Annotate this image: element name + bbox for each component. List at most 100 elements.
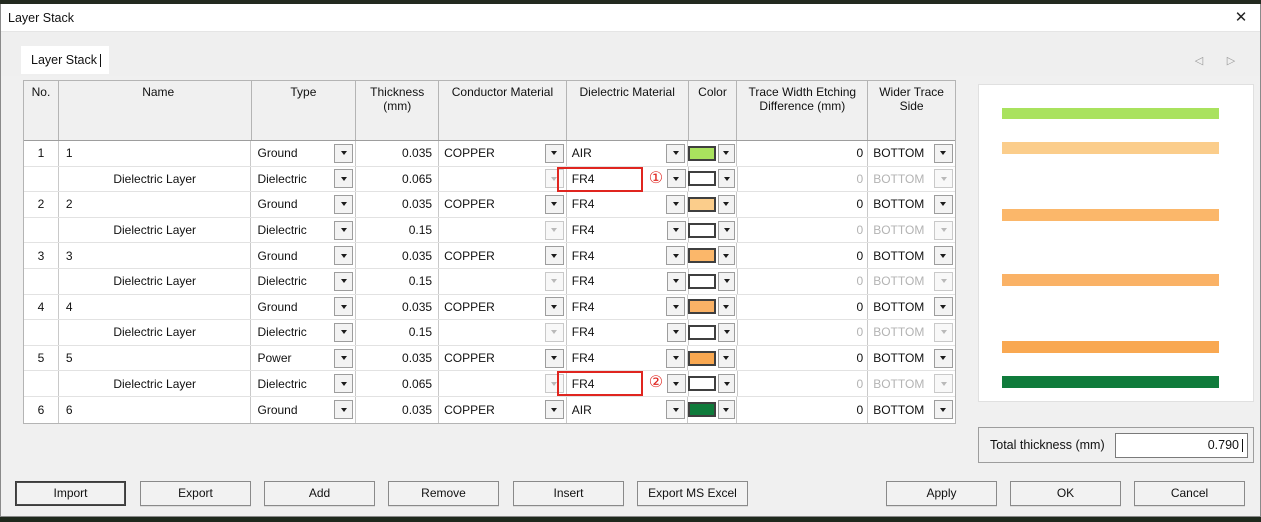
type-cell[interactable]: Dielectric [251,167,356,192]
wider-trace-side-cell[interactable]: BOTTOM [868,141,955,166]
thickness-cell[interactable]: 0.15 [356,218,439,243]
color-swatch[interactable] [688,351,716,366]
type-cell[interactable]: Dielectric [251,371,356,396]
wider-dropdown-button[interactable] [934,195,953,214]
conductor-dropdown-button[interactable] [545,349,564,368]
type-cell[interactable]: Ground [251,397,356,423]
thickness-cell[interactable]: 0.035 [356,295,439,320]
color-dropdown-button[interactable] [718,349,735,368]
tab-scroll-right-icon[interactable]: ▷ [1223,54,1239,67]
type-dropdown-button[interactable] [334,374,353,393]
thickness-cell[interactable]: 0.035 [356,243,439,268]
dielectric-dropdown-button[interactable] [667,323,686,342]
type-cell[interactable]: Dielectric [251,320,356,345]
thickness-cell[interactable]: 0.035 [356,346,439,371]
wider-trace-side-cell[interactable]: BOTTOM [868,397,955,423]
type-cell[interactable]: Ground [251,141,356,166]
type-cell[interactable]: Ground [251,295,356,320]
export-ms-excel-button[interactable]: Export MS Excel [637,481,748,506]
ok-button[interactable]: OK [1010,481,1121,506]
name-cell[interactable]: 2 [59,192,252,217]
tab-layer-stack[interactable]: Layer Stack [21,46,109,74]
dielectric-dropdown-button[interactable] [666,297,685,316]
type-dropdown-button[interactable] [334,221,353,240]
conductor-dropdown-button[interactable] [545,400,564,419]
color-dropdown-button[interactable] [718,169,735,188]
trace-width-cell[interactable]: 0 [737,141,868,166]
conductor-material-cell[interactable]: COPPER [439,346,567,371]
type-dropdown-button[interactable] [334,169,353,188]
dielectric-material-cell[interactable]: FR4 [567,269,689,294]
color-dropdown-button[interactable] [718,374,735,393]
wider-trace-side-cell[interactable]: BOTTOM [868,192,955,217]
type-dropdown-button[interactable] [334,272,353,291]
color-dropdown-button[interactable] [718,323,735,342]
type-dropdown-button[interactable] [334,144,353,163]
dielectric-dropdown-button[interactable] [666,400,685,419]
dielectric-material-cell[interactable]: AIR [567,397,689,423]
color-dropdown-button[interactable] [718,246,735,265]
color-dropdown-button[interactable] [718,195,735,214]
type-dropdown-button[interactable] [334,349,353,368]
color-dropdown-button[interactable] [718,272,735,291]
name-cell[interactable]: 1 [59,141,252,166]
conductor-material-cell[interactable]: COPPER [439,397,567,423]
trace-width-cell[interactable]: 0 [737,243,868,268]
color-swatch[interactable] [688,171,716,186]
color-swatch[interactable] [688,402,716,417]
dielectric-material-cell[interactable]: FR4① [567,167,689,192]
insert-button[interactable]: Insert [513,481,624,506]
dielectric-dropdown-button[interactable] [666,144,685,163]
remove-button[interactable]: Remove [388,481,499,506]
dielectric-material-cell[interactable]: FR4 [567,295,689,320]
wider-dropdown-button[interactable] [934,349,953,368]
add-button[interactable]: Add [264,481,375,506]
name-cell[interactable]: Dielectric Layer [59,167,252,192]
close-icon[interactable]: ✕ [1228,6,1254,30]
thickness-cell[interactable]: 0.065 [356,371,439,396]
type-cell[interactable]: Power [251,346,356,371]
color-swatch[interactable] [688,325,716,340]
wider-trace-side-cell[interactable]: BOTTOM [868,295,955,320]
type-dropdown-button[interactable] [334,297,353,316]
trace-width-cell[interactable]: 0 [737,346,868,371]
trace-width-cell[interactable]: 0 [737,397,868,423]
dielectric-dropdown-button[interactable] [667,169,686,188]
dielectric-dropdown-button[interactable] [667,221,686,240]
wider-dropdown-button[interactable] [934,400,953,419]
type-dropdown-button[interactable] [334,400,353,419]
wider-trace-side-cell[interactable]: BOTTOM [868,346,955,371]
conductor-dropdown-button[interactable] [545,144,564,163]
conductor-dropdown-button[interactable] [545,246,564,265]
dielectric-dropdown-button[interactable] [666,195,685,214]
color-swatch[interactable] [688,274,716,289]
color-dropdown-button[interactable] [718,297,735,316]
thickness-cell[interactable]: 0.15 [356,269,439,294]
trace-width-cell[interactable]: 0 [737,192,868,217]
color-swatch[interactable] [688,146,716,161]
import-button[interactable]: Import [15,481,126,506]
color-swatch[interactable] [688,197,716,212]
color-dropdown-button[interactable] [718,144,735,163]
export-button[interactable]: Export [140,481,251,506]
name-cell[interactable]: Dielectric Layer [59,371,252,396]
dielectric-material-cell[interactable]: FR4② [567,371,689,396]
dielectric-dropdown-button[interactable] [667,374,686,393]
conductor-material-cell[interactable]: COPPER [439,243,567,268]
dielectric-dropdown-button[interactable] [666,349,685,368]
dielectric-dropdown-button[interactable] [666,246,685,265]
name-cell[interactable]: Dielectric Layer [59,218,252,243]
trace-width-cell[interactable]: 0 [737,295,868,320]
name-cell[interactable]: Dielectric Layer [59,320,252,345]
total-thickness-input[interactable]: 0.790 [1115,433,1248,458]
dielectric-material-cell[interactable]: FR4 [567,243,689,268]
dielectric-material-cell[interactable]: FR4 [567,218,689,243]
color-swatch[interactable] [688,248,716,263]
thickness-cell[interactable]: 0.035 [356,397,439,423]
color-swatch[interactable] [688,223,716,238]
name-cell[interactable]: 4 [59,295,252,320]
name-cell[interactable]: Dielectric Layer [59,269,252,294]
conductor-dropdown-button[interactable] [545,297,564,316]
tab-scroll-left-icon[interactable]: ◁ [1191,54,1207,67]
apply-button[interactable]: Apply [886,481,997,506]
